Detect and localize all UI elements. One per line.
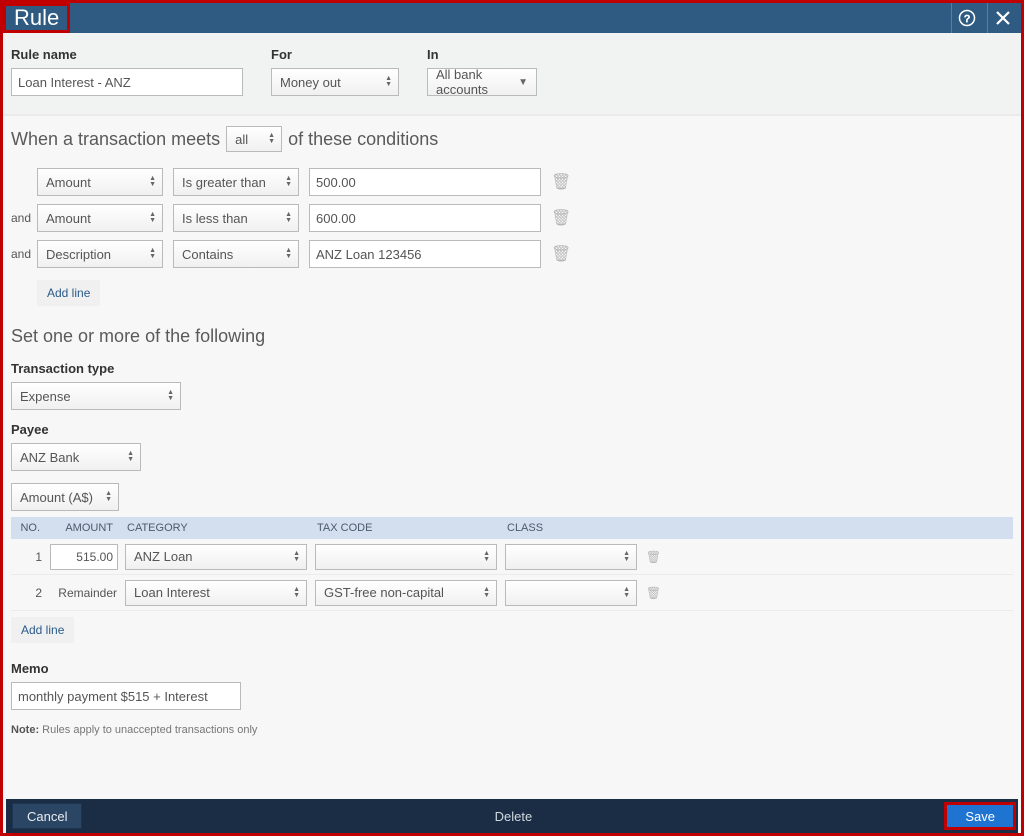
trash-icon[interactable]: 🗑 [641,586,666,600]
payee-field: Payee ANZ Bank▲▼ [11,422,1013,471]
in-value: All bank accounts [436,67,514,97]
allocation-table: NO. AMOUNT CATEGORY TAX CODE CLASS 1 ANZ… [11,517,1013,611]
trash-icon[interactable]: 🗑 [551,172,571,192]
trash-icon[interactable]: 🗑 [551,208,571,228]
for-label: For [271,47,399,62]
memo-label: Memo [11,661,1013,676]
delete-button[interactable]: Delete [495,809,533,824]
cond-prefix: When a transaction meets [11,129,220,150]
note-prefix: Note: [11,724,39,736]
th-amount: AMOUNT [46,522,121,534]
condition-row: Amount▲▼ Is greater than▲▼ 🗑 [11,168,1013,196]
transaction-type-field: Transaction type Expense▲▼ [11,361,1013,410]
row-no: 2 [11,586,46,600]
titlebar: Rule ? [3,3,1021,33]
row-no: 1 [11,550,46,564]
trash-icon[interactable]: 🗑 [551,244,571,264]
tx-type-select[interactable]: Expense▲▼ [11,382,181,410]
help-icon[interactable]: ? [951,3,981,33]
th-tax: TAX CODE [311,522,501,534]
payee-label: Payee [11,422,1013,437]
cond-field-select[interactable]: Amount▲▼ [37,204,163,232]
rule-name-input[interactable] [11,68,243,96]
in-label: In [427,47,537,62]
modal-title: Rule [3,3,70,33]
and-label: and [11,211,35,225]
row-tax-select[interactable]: ▲▼ [315,544,497,570]
trash-icon[interactable]: 🗑 [641,550,666,564]
cond-value-input[interactable] [309,240,541,268]
save-button[interactable]: Save [944,802,1016,830]
conditions-title: When a transaction meets all ▲▼ of these… [11,126,1013,152]
cond-field-select[interactable]: Amount▲▼ [37,168,163,196]
row-class-select[interactable]: ▲▼ [505,580,637,606]
cond-value-input[interactable] [309,204,541,232]
table-row: 1 ANZ Loan▲▼ ▲▼ ▲▼ 🗑 [11,539,1013,575]
cond-op-select[interactable]: Is greater than▲▼ [173,168,299,196]
tx-type-label: Transaction type [11,361,1013,376]
memo-input[interactable] [11,682,241,710]
set-title: Set one or more of the following [11,326,1013,347]
th-category: CATEGORY [121,522,311,534]
cancel-button[interactable]: Cancel [12,803,82,829]
amount-currency-select[interactable]: Amount (A$)▲▼ [11,483,119,511]
header-fields: Rule name For Money out ▲▼ In All bank a… [3,33,1021,116]
payee-select[interactable]: ANZ Bank▲▼ [11,443,141,471]
note-body: Rules apply to unaccepted transactions o… [42,724,257,736]
cond-field-select[interactable]: Description▲▼ [37,240,163,268]
th-class: CLASS [501,522,641,534]
row-category-select[interactable]: ANZ Loan▲▼ [125,544,307,570]
footer-bar: Cancel Delete Save [6,799,1018,833]
cond-op-select[interactable]: Contains▲▼ [173,240,299,268]
rule-name-label: Rule name [11,47,243,62]
row-tax-select[interactable]: GST-free non-capital▲▼ [315,580,497,606]
cond-suffix: of these conditions [288,129,438,150]
add-allocation-line[interactable]: Add line [11,617,74,643]
row-amount-input[interactable] [50,544,118,570]
and-label: and [11,247,35,261]
memo-field: Memo [11,661,1013,710]
match-select[interactable]: all ▲▼ [226,126,282,152]
in-select[interactable]: All bank accounts ▼ [427,68,537,96]
add-condition-line[interactable]: Add line [37,280,100,306]
cond-value-input[interactable] [309,168,541,196]
row-category-select[interactable]: Loan Interest▲▼ [125,580,307,606]
conditions-section: When a transaction meets all ▲▼ of these… [3,116,1021,756]
svg-text:?: ? [964,13,970,25]
table-header-row: NO. AMOUNT CATEGORY TAX CODE CLASS [11,517,1013,539]
condition-row: and Description▲▼ Contains▲▼ 🗑 [11,240,1013,268]
for-value: Money out [280,75,341,90]
note-text: Note: Rules apply to unaccepted transact… [11,724,1013,736]
close-icon[interactable] [987,3,1017,33]
for-select[interactable]: Money out ▲▼ [271,68,399,96]
table-row: 2 Remainder Loan Interest▲▼ GST-free non… [11,575,1013,611]
match-value: all [235,132,248,147]
row-amount-remainder: Remainder [58,586,117,600]
th-no: NO. [11,522,46,534]
cond-op-select[interactable]: Is less than▲▼ [173,204,299,232]
condition-row: and Amount▲▼ Is less than▲▼ 🗑 [11,204,1013,232]
row-class-select[interactable]: ▲▼ [505,544,637,570]
